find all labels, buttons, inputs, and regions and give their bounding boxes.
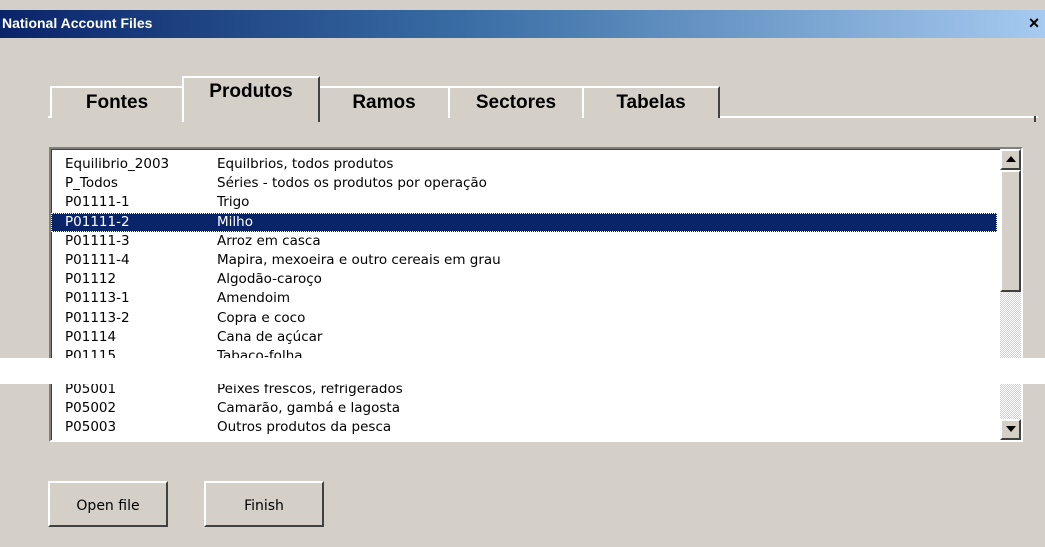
scroll-down-button[interactable] [1000, 419, 1021, 440]
list-item[interactable]: P01113-2 Copra e coco [51, 309, 997, 328]
tab-fontes[interactable]: Fontes [50, 86, 184, 118]
item-code: P05003 [65, 419, 117, 436]
list-item[interactable]: P01114 Cana de açúcar [51, 328, 997, 347]
scroll-up-button[interactable] [1000, 149, 1021, 170]
item-description: Amendoim [217, 290, 290, 307]
item-description: Equilbrios, todos produtos [217, 156, 394, 172]
list-item[interactable]: P01111-2 Milho [51, 212, 997, 232]
screenshot-crop-gap [0, 358, 1045, 384]
item-description: Trigo [217, 194, 250, 211]
arrow-down-icon [1006, 426, 1016, 432]
open-file-button[interactable]: Open file [48, 481, 168, 527]
dialog-window: National Account Files × Fontes Produtos… [0, 0, 1045, 547]
list-item[interactable]: P01111-1 Trigo [51, 193, 997, 212]
item-description: Milho [217, 213, 253, 230]
list-item[interactable]: P01112 Algodão-caroço [51, 270, 997, 289]
item-code: Equilibrio_2003 [65, 156, 170, 172]
panel-corner [1034, 116, 1036, 122]
item-code: P_Todos [65, 175, 118, 192]
item-code: P01111-2 [65, 213, 130, 230]
item-code: P01111-4 [65, 251, 130, 268]
arrow-up-icon [1006, 156, 1016, 162]
list-item[interactable]: P_Todos Séries - todos os produtos por op… [51, 174, 997, 193]
item-description: Cana de açúcar [217, 328, 323, 345]
vertical-scrollbar[interactable] [1000, 149, 1021, 440]
window-title: National Account Files [2, 15, 153, 31]
tab-strip: Fontes Produtos Ramos Sectores Tabelas [48, 76, 1038, 138]
item-code: P01113-1 [65, 290, 130, 307]
scroll-thumb[interactable] [1000, 170, 1021, 292]
item-description: Copra e coco [217, 309, 306, 326]
tab-ramos[interactable]: Ramos [318, 86, 450, 118]
close-icon[interactable]: × [1025, 14, 1043, 32]
item-code: P01111-3 [65, 232, 130, 249]
list-item[interactable]: Equilibrio_2003 Equilbrios, todos produto… [51, 155, 997, 174]
list-item[interactable]: P05002 Camarão, gambá e lagosta [51, 399, 997, 418]
item-description: Séries - todos os produtos por operação [217, 175, 487, 192]
item-code: P01112 [65, 271, 117, 288]
tab-sectores[interactable]: Sectores [448, 86, 584, 118]
list-item[interactable]: P01111-3 Arroz em casca [51, 232, 997, 251]
list-item[interactable]: P01111-4 Mapira, mexoeira e outro cereais… [51, 251, 997, 270]
item-description: Algodão-caroço [217, 271, 322, 288]
item-description: Mapira, mexoeira e outro cereais em grau [217, 251, 501, 268]
list-rows: Equilibrio_2003 Equilbrios, todos produto… [51, 155, 997, 438]
product-listbox[interactable]: Equilibrio_2003 Equilbrios, todos produto… [49, 147, 1023, 442]
item-code: P01111-1 [65, 194, 130, 211]
tab-produtos[interactable]: Produtos [182, 76, 320, 122]
item-description: Camarão, gambá e lagosta [217, 400, 400, 417]
title-bar[interactable]: National Account Files × [0, 10, 1045, 38]
item-description: Arroz em casca [217, 232, 321, 249]
item-code: P05002 [65, 400, 117, 417]
tab-tabelas[interactable]: Tabelas [582, 86, 720, 118]
list-item[interactable]: P01113-1 Amendoim [51, 289, 997, 308]
item-code: P01113-2 [65, 309, 130, 326]
item-description: Outros produtos da pesca [217, 419, 392, 436]
item-code: P01114 [65, 328, 117, 345]
finish-button[interactable]: Finish [204, 481, 324, 527]
list-item[interactable]: P05003 Outros produtos da pesca [51, 418, 997, 437]
